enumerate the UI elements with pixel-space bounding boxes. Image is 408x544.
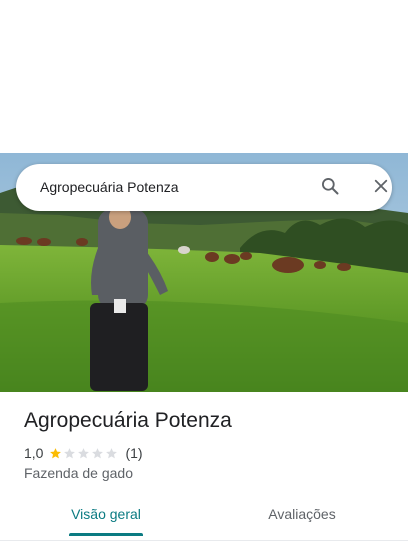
star-empty-icon bbox=[106, 447, 118, 458]
place-title: Agropecuária Potenza bbox=[24, 409, 232, 432]
star-empty-icon bbox=[92, 447, 104, 458]
review-count: (1) bbox=[125, 445, 143, 461]
star-filled-icon bbox=[50, 447, 62, 458]
place-category[interactable]: Fazenda de gado bbox=[24, 465, 133, 481]
search-icon bbox=[320, 176, 340, 201]
rating-row[interactable]: 1,0 (1) bbox=[24, 444, 143, 462]
rating-value: 1,0 bbox=[24, 445, 44, 461]
active-tab-indicator bbox=[69, 533, 143, 536]
search-input[interactable]: Agropecuária Potenza bbox=[40, 164, 280, 211]
close-button[interactable] bbox=[368, 175, 394, 201]
close-icon bbox=[372, 177, 390, 200]
star-empty-icon bbox=[78, 447, 90, 458]
search-bar[interactable]: Agropecuária Potenza bbox=[16, 164, 392, 211]
star-rating bbox=[49, 447, 119, 460]
search-button[interactable] bbox=[317, 175, 343, 201]
star-empty-icon bbox=[64, 447, 76, 458]
tab-reviews[interactable]: Avaliações bbox=[256, 496, 348, 536]
tab-bar: Visão geral Avaliações bbox=[0, 496, 408, 541]
tab-overview[interactable]: Visão geral bbox=[62, 496, 150, 536]
